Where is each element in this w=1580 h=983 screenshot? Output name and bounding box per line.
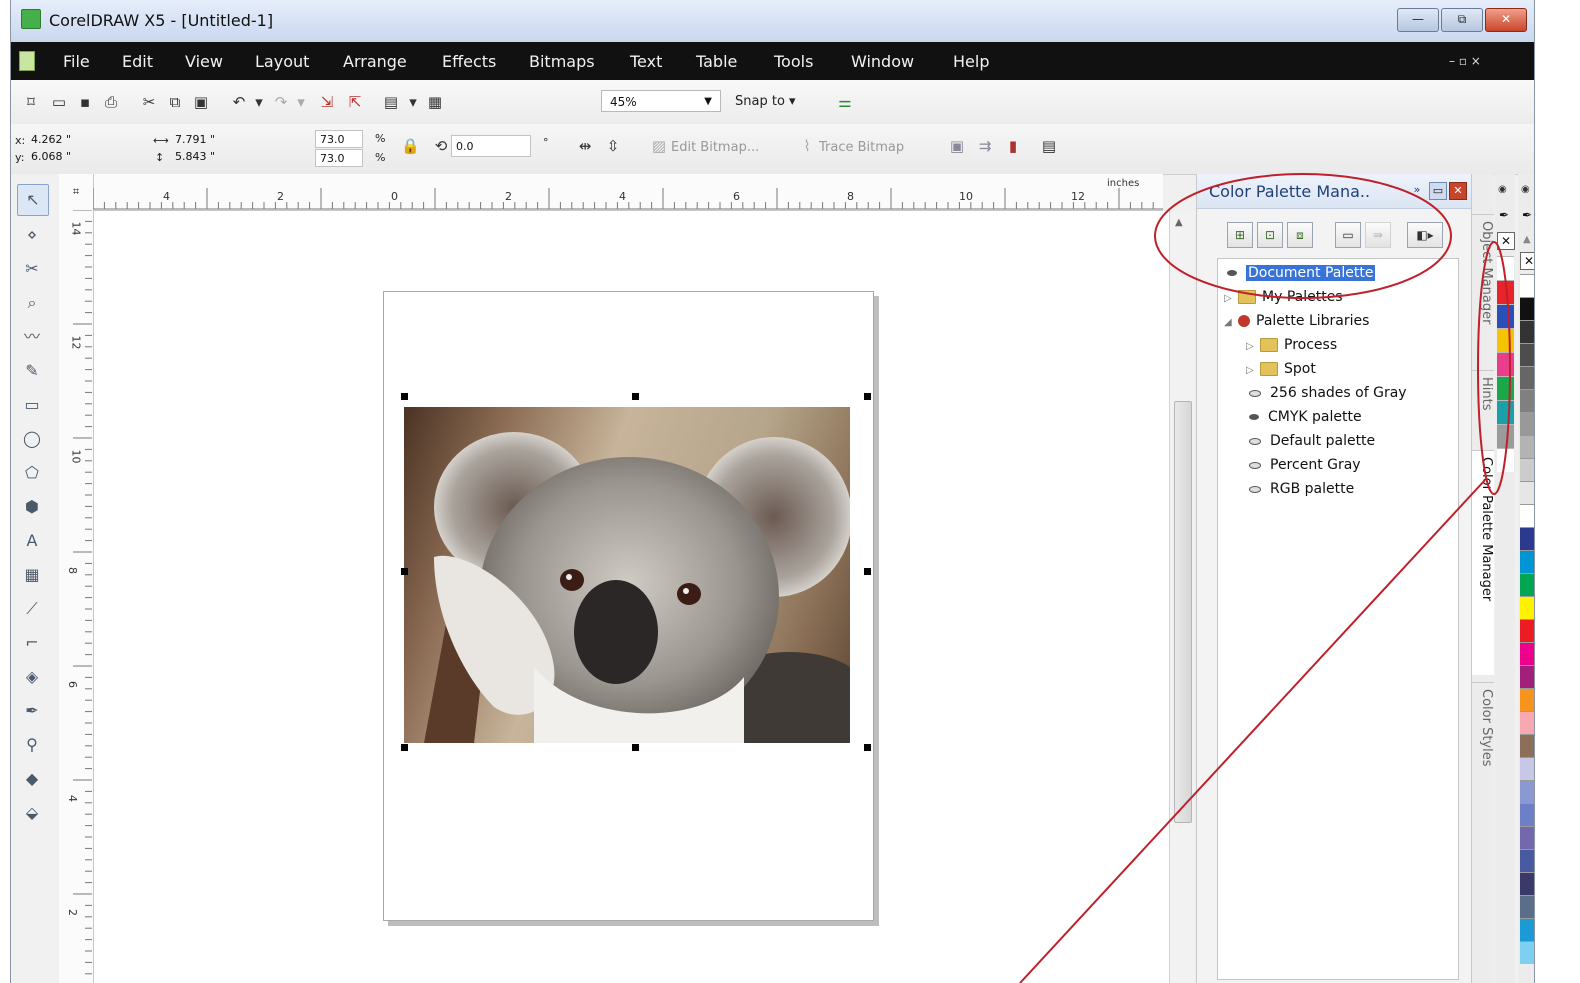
annotation-pointer-line bbox=[1019, 479, 1486, 983]
highlight-docker-toolbar bbox=[1154, 173, 1452, 299]
highlight-document-palette bbox=[1477, 241, 1511, 495]
annotation-overlay bbox=[1019, 173, 1511, 983]
